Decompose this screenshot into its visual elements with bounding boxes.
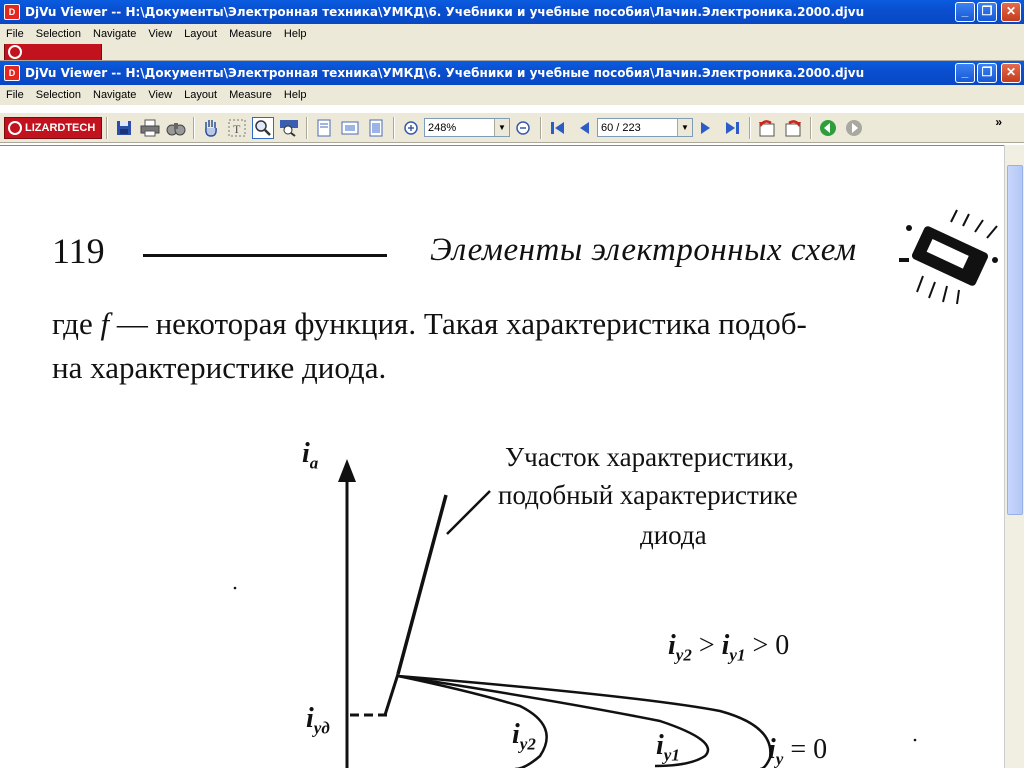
threshold-curve-segment xyxy=(383,673,400,716)
curve-iy2-label: iy2 xyxy=(512,719,536,754)
djvu-app-icon: D xyxy=(4,65,20,81)
menu-measure[interactable]: Measure xyxy=(223,89,278,101)
page-combobox[interactable]: 60 / 223 ▼ xyxy=(597,118,693,137)
vertical-scrollbar[interactable] xyxy=(1004,145,1024,768)
lizardtech-logo[interactable]: LIZARDTECH xyxy=(4,116,102,139)
bg-menu-measure[interactable]: Measure xyxy=(223,28,278,40)
rotate-left-icon[interactable] xyxy=(756,117,778,139)
y-axis-arrowhead xyxy=(338,459,356,482)
bg-menu-selection[interactable]: Selection xyxy=(30,28,87,40)
annotation-line-3: диода xyxy=(640,520,707,550)
bg-menu-file[interactable]: File xyxy=(0,28,30,40)
annotation-line-2: подобный характеристике xyxy=(498,480,798,510)
rotate-right-icon[interactable] xyxy=(782,117,804,139)
background-close-button[interactable]: ✕ xyxy=(1001,2,1021,22)
minimize-button[interactable]: _ xyxy=(955,63,975,83)
menu-view[interactable]: View xyxy=(142,89,178,101)
chevron-down-icon[interactable]: ▼ xyxy=(677,119,692,136)
bg-menu-help[interactable]: Help xyxy=(278,28,313,40)
back-icon[interactable] xyxy=(817,117,839,139)
djvu-app-icon: D xyxy=(4,4,20,20)
curve-iy0-label: iy = 0 xyxy=(768,734,828,768)
fit-page-icon[interactable] xyxy=(339,117,361,139)
curve-iy1-label: iy1 xyxy=(656,730,680,765)
last-page-icon[interactable] xyxy=(721,117,743,139)
single-page-icon[interactable] xyxy=(313,117,335,139)
fit-width-icon[interactable] xyxy=(365,117,387,139)
next-page-icon[interactable] xyxy=(695,117,717,139)
maximize-button[interactable]: ❐ xyxy=(977,63,997,83)
window-titlebar[interactable]: D DjVu Viewer -- H:\Документы\Электронна… xyxy=(0,61,1024,85)
scrollbar-thumb[interactable] xyxy=(1007,165,1023,515)
window-title: DjVu Viewer -- H:\Документы\Электронная … xyxy=(25,66,865,80)
page-value: 60 / 223 xyxy=(601,121,641,134)
background-window-title: DjVu Viewer -- H:\Документы\Электронная … xyxy=(25,5,865,19)
iyd-label: iyд xyxy=(306,703,330,738)
print-icon[interactable] xyxy=(139,117,161,139)
first-page-icon[interactable] xyxy=(547,117,569,139)
characteristic-figure xyxy=(233,459,917,768)
zoom-out-icon[interactable] xyxy=(512,117,534,139)
find-binoculars-icon[interactable] xyxy=(165,117,187,139)
bg-menu-navigate[interactable]: Navigate xyxy=(87,28,142,40)
forward-icon[interactable] xyxy=(843,117,865,139)
zoom-combobox[interactable]: 248% ▼ xyxy=(424,118,510,137)
toolbar: LIZARDTECH T 248% ▼ 60 / 223 ▼ » xyxy=(0,113,1024,143)
zoom-in-icon[interactable] xyxy=(400,117,422,139)
bg-menu-view[interactable]: View xyxy=(142,28,178,40)
lizardtech-icon xyxy=(8,120,22,135)
diode-like-branch xyxy=(396,494,448,675)
close-button[interactable]: ✕ xyxy=(1001,63,1021,83)
background-minimize-button[interactable]: _ xyxy=(955,2,975,22)
menu-file[interactable]: File xyxy=(0,89,30,101)
toolbar-overflow-chevron[interactable]: » xyxy=(995,115,1002,129)
chevron-down-icon[interactable]: ▼ xyxy=(494,119,509,136)
background-menubar: File Selection Navigate View Layout Meas… xyxy=(0,24,1024,44)
save-icon[interactable] xyxy=(113,117,135,139)
annotation-line-1: Участок характеристики, xyxy=(505,442,795,472)
zoom-value: 248% xyxy=(428,121,457,134)
text-select-icon[interactable]: T xyxy=(226,117,248,139)
menu-help[interactable]: Help xyxy=(278,89,313,101)
menubar: File Selection Navigate View Layout Meas… xyxy=(0,85,1024,105)
y-axis-label: ia xyxy=(302,438,319,473)
curve-iy0 xyxy=(397,674,772,768)
current-relation: iy2 > iy1 > 0 xyxy=(668,630,790,665)
background-toolbar xyxy=(0,44,1024,61)
svg-text:T: T xyxy=(233,122,241,136)
background-window-titlebar[interactable]: D DjVu Viewer -- H:\Документы\Электронна… xyxy=(0,0,1024,24)
marquee-zoom-icon[interactable] xyxy=(278,117,300,139)
hand-tool-icon[interactable] xyxy=(200,117,222,139)
menu-layout[interactable]: Layout xyxy=(178,89,223,101)
previous-page-icon[interactable] xyxy=(573,117,595,139)
bg-lizardtech-logo[interactable] xyxy=(4,44,102,60)
menu-navigate[interactable]: Navigate xyxy=(87,89,142,101)
zoom-tool-icon[interactable] xyxy=(252,116,274,139)
annotation-leader xyxy=(446,490,491,535)
document-view[interactable]: 119 Элементы электронных схем где f — не… xyxy=(0,145,1004,768)
menu-selection[interactable]: Selection xyxy=(30,89,87,101)
bg-menu-layout[interactable]: Layout xyxy=(178,28,223,40)
lizardtech-logo-text: LIZARDTECH xyxy=(25,121,96,134)
background-maximize-button[interactable]: ❐ xyxy=(977,2,997,22)
